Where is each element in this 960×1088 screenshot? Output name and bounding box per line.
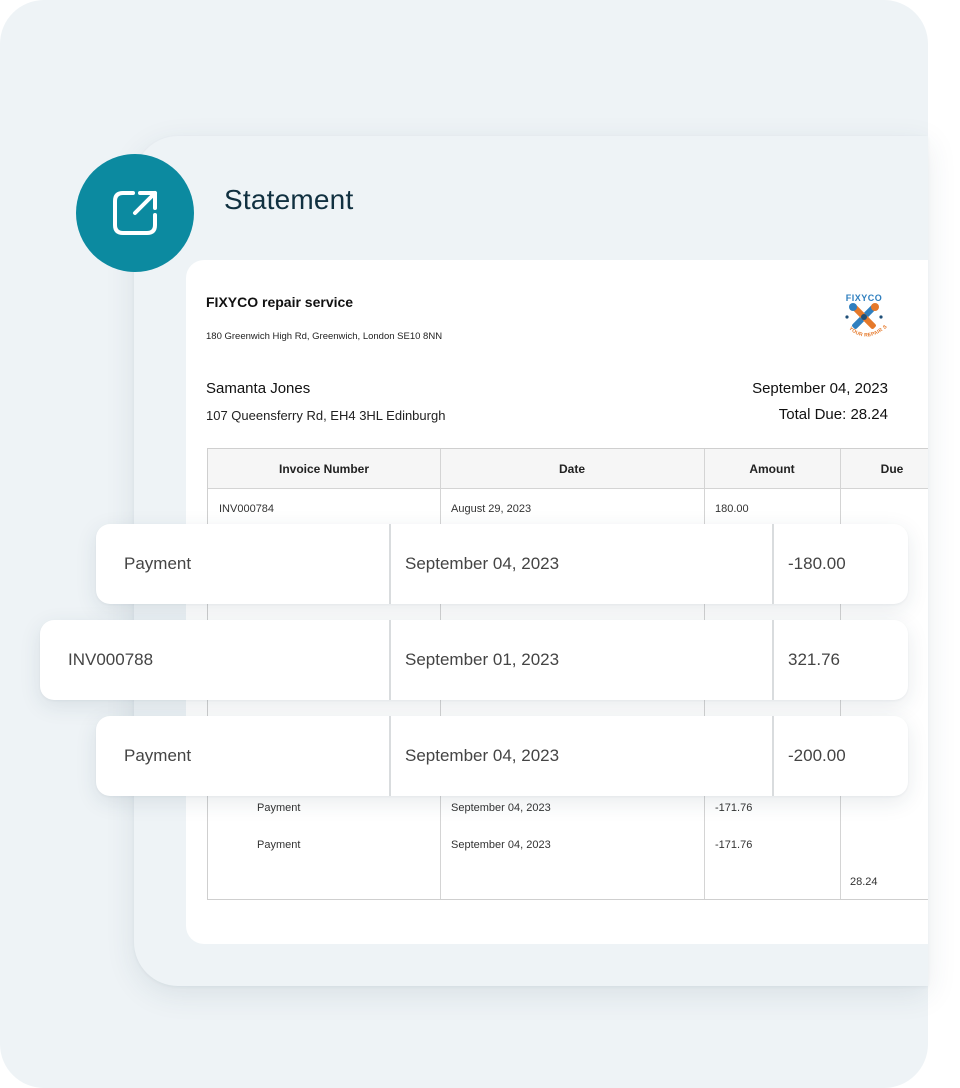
customer-name: Samanta Jones	[206, 380, 311, 397]
row-label: Payment	[124, 746, 192, 765]
table-cell-amount: -171.76	[715, 802, 753, 814]
row-amount: -180.00	[788, 554, 846, 573]
row-label: INV000788	[68, 650, 154, 669]
page-title: Statement	[224, 184, 354, 215]
table-cell-date: September 04, 2023	[451, 802, 551, 814]
crossed-tools-icon	[845, 303, 883, 329]
table-cell-amount: -171.76	[715, 839, 753, 851]
total-due: Total Due: 28.24	[778, 406, 888, 423]
company-logo: FIXYCO YOUR REPAIR SERVICE	[834, 288, 889, 339]
table-cell-invoice: INV000784	[219, 503, 275, 515]
row-date: September 04, 2023	[405, 554, 560, 573]
share-external-icon	[113, 191, 157, 235]
column-header-due: Due	[880, 462, 904, 476]
company-name: FIXYCO repair service	[206, 294, 354, 310]
table-cell-date: August 29, 2023	[451, 503, 532, 515]
table-cell-amount: 180.00	[715, 503, 749, 515]
table-cell-date: September 04, 2023	[451, 839, 551, 851]
highlighted-row-invoice[interactable]: INV000788 September 01, 2023 321.76	[40, 620, 908, 700]
table-cell-invoice: Payment	[257, 839, 301, 851]
row-amount: 321.76	[788, 650, 840, 669]
statement-date: September 04, 2023	[752, 380, 888, 397]
column-header-invoice: Invoice Number	[278, 462, 370, 476]
share-button[interactable]	[76, 154, 194, 272]
customer-address: 107 Queensferry Rd, EH4 3HL Edinburgh	[206, 408, 446, 423]
row-date: September 04, 2023	[405, 746, 560, 765]
logo-top-text: FIXYCO	[846, 293, 883, 303]
table-cell-due: 28.24	[850, 876, 878, 888]
company-address: 180 Greenwich High Rd, Greenwich, London…	[206, 331, 443, 342]
row-amount: -200.00	[788, 746, 846, 765]
column-header-amount: Amount	[749, 462, 795, 476]
highlighted-row-payment[interactable]: Payment September 04, 2023 -200.00	[96, 716, 908, 796]
table-cell-invoice: Payment	[257, 802, 301, 814]
column-header-date: Date	[558, 462, 585, 476]
row-date: September 01, 2023	[405, 650, 560, 669]
row-label: Payment	[124, 554, 192, 573]
highlighted-row-payment[interactable]: Payment September 04, 2023 -180.00	[96, 524, 908, 604]
